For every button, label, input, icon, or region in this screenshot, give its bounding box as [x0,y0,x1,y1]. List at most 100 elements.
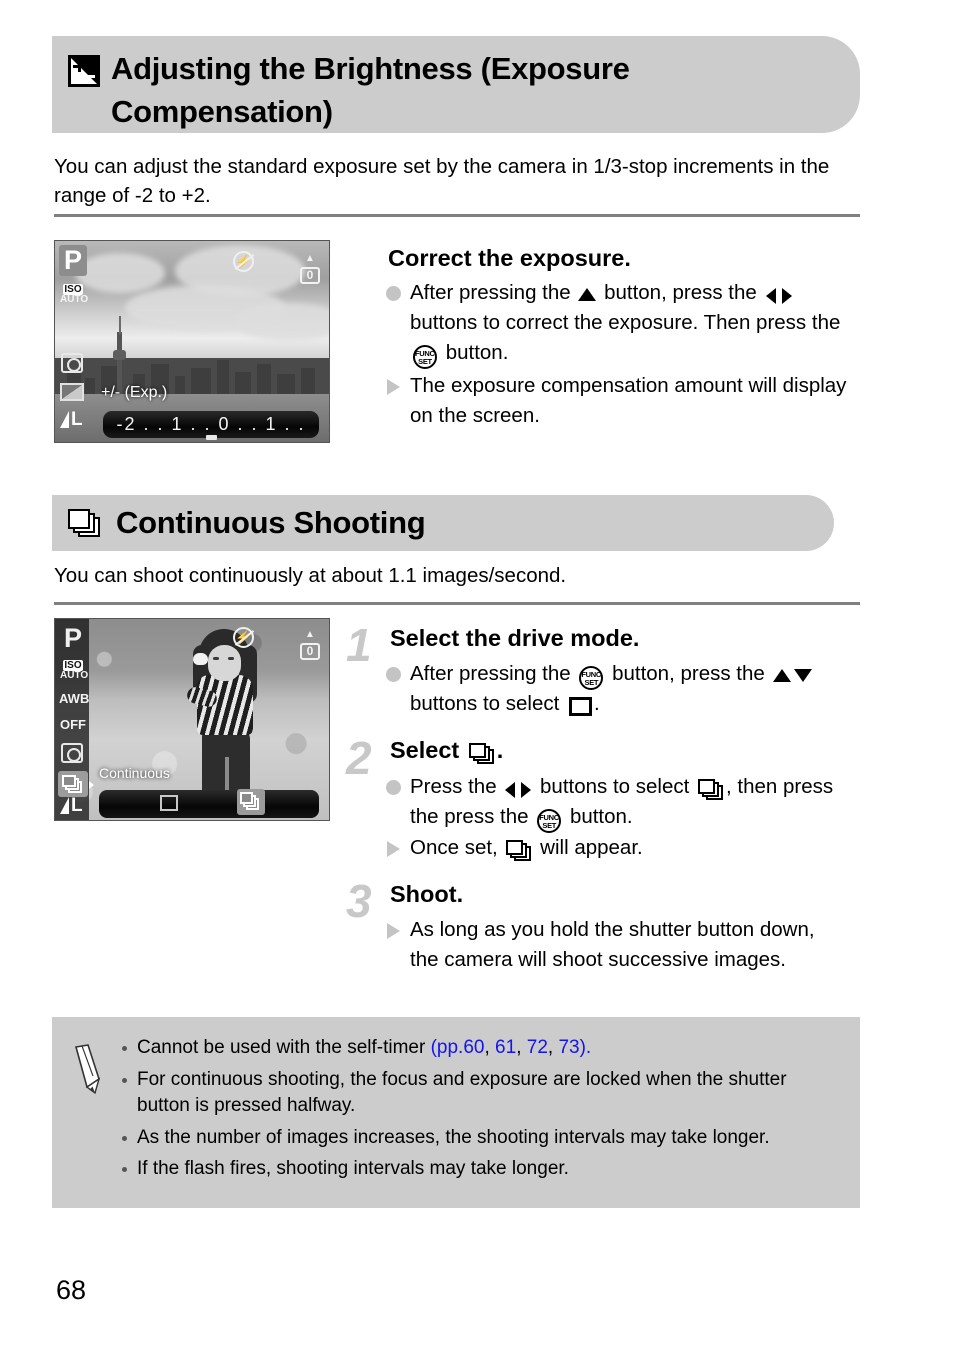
camera-shake-warning-icon: ▲ 0 [300,625,320,660]
shooting-mode-indicator: P [63,623,82,653]
bullet-dot-icon [386,286,401,301]
instruction-result: The exposure compensation amount will di… [386,371,866,431]
metering-icon [61,353,83,373]
my-colors-icon [60,383,84,401]
shooting-mode-indicator: P [59,245,87,276]
bullet-dot-icon [386,780,401,795]
building [301,367,315,394]
section-intro-exposure: You can adjust the standard exposure set… [54,155,830,207]
continuous-option-icon[interactable] [237,789,265,815]
step-number-1: 1 [346,619,372,671]
building [257,363,271,394]
note-bullet-icon [122,1077,127,1083]
building [175,375,185,394]
flash-off-icon: ⚡ [233,251,254,272]
note-bullet-icon [122,1135,127,1141]
continuous-shooting-icon [468,742,495,764]
exposure-compensation-icon [68,55,100,87]
page-ref-open: (pp. [430,1037,464,1058]
continuous-shooting-icon [68,509,102,539]
instruction-text: After pressing the button, press the but… [410,278,866,370]
instruction-text: The exposure compensation amount will di… [410,374,847,427]
iso-value: AUTO [60,294,89,305]
page-ref-link[interactable]: 73 [558,1037,579,1058]
subject-photo [183,629,267,805]
drive-mode-selected-icon[interactable] [58,771,88,797]
func-set-button-icon: FUNC. SET [413,345,437,370]
divider-rule-1 [54,214,860,217]
note-bullet-icon [122,1167,127,1172]
instruction-text: As long as you hold the shutter button d… [410,918,815,971]
instruction-text-continued: press the [444,805,529,828]
divider-rule-2 [54,602,860,605]
section-title-exposure: Adjusting the Brightness (Exposure Compe… [111,51,630,129]
continuous-shooting-icon [698,779,724,801]
page-ref-link[interactable]: 61 [495,1037,516,1058]
result-triangle-icon [387,841,400,857]
note-list: Cannot be used with the self-timer (pp.6… [122,1035,840,1188]
step-number-2: 2 [346,732,372,784]
note-text: Cannot be used with the self-timer (pp.6… [137,1037,592,1058]
flash-exposure-indicator[interactable]: OFF [59,717,87,732]
city-skyline [55,357,329,394]
drive-mode-menu-label: Continuous [99,765,170,781]
step-heading-shoot: Shoot. [390,881,464,907]
step-heading-correct-exposure: Correct the exposure. [388,245,631,271]
image-quality-icon[interactable]: L [60,795,83,817]
instruction-text: Once set, will appear. [410,833,856,863]
exposure-label: +/- (Exp.) [101,384,168,401]
page-number: 68 [56,1275,87,1305]
metering-icon[interactable] [61,743,83,763]
exposure-scale-bar: -2 . . 1 . . 0 . . 1 . . 2+ [103,411,319,442]
continuous-shooting-icon [506,840,532,862]
flash-off-icon: ⚡ [233,627,254,648]
up-arrow-button-icon [578,287,597,301]
instruction-result: As long as you hold the shutter button d… [386,915,841,975]
result-triangle-icon [387,923,400,939]
iso-indicator: ISO AUTO [60,284,89,305]
bullet-dot-icon [386,667,401,682]
step-number-3: 3 [346,875,372,927]
building [85,377,95,394]
step-heading-select-drive-mode: Select the drive mode. [390,625,640,651]
down-arrow-button-icon [793,668,812,682]
page-ref-link[interactable]: 60 [463,1037,484,1058]
note-text: If the flash fires, shooting intervals m… [137,1158,569,1179]
instruction-bullet: After pressing the FUNC. SET button, pres… [386,659,856,719]
instruction-bullet: After pressing the button, press the but… [386,278,866,370]
left-right-buttons-icon [765,286,792,305]
drive-mode-arrow-icon [89,781,94,789]
note-item: If the flash fires, shooting intervals m… [122,1156,840,1183]
building [277,373,295,394]
note-box: Cannot be used with the self-timer (pp.6… [52,1017,860,1208]
page-ref-link[interactable]: 72 [527,1037,548,1058]
note-bullet-icon [122,1046,127,1051]
white-balance-indicator[interactable]: AWB [59,691,89,706]
func-set-button-icon: FUNC. SET [579,666,604,691]
cloud [75,253,165,293]
building [217,359,229,394]
iso-indicator: ISO AUTO [60,660,89,681]
building [191,367,211,394]
image-quality-icon: L [60,409,83,431]
iso-value: AUTO [60,670,89,681]
pencil-icon [74,1044,101,1095]
instruction-text: After pressing the FUNC. SET button, pres… [410,659,856,719]
instruction-result: Once set, will appear. [386,833,856,863]
func-set-button-icon: FUNC. SET [537,809,562,834]
single-shot-option-icon[interactable] [160,795,178,811]
section-title-continuous: Continuous Shooting [116,505,426,540]
step-heading-select-continuous: Select . [390,737,504,764]
note-item: Cannot be used with the self-timer (pp.6… [122,1035,840,1062]
section-header-exposure: Adjusting the Brightness (Exposure Compe… [52,36,860,133]
result-triangle-icon [387,379,400,395]
page-ref-close: ). [579,1037,592,1058]
instruction-text: Press the buttons to select , then press… [410,772,856,834]
exposure-indicator-mark [206,435,217,440]
note-text: For continuous shooting, the focus and e… [137,1068,787,1117]
section-intro-continuous: You can shoot continuously at about 1.1 … [54,564,567,587]
camera-screen-continuous: P ISO AUTO AWB OFF L ⚡ ▲ 0 Continuous [54,618,330,821]
up-arrow-button-icon [772,668,791,682]
camera-screen-exposure: P ISO AUTO L ⚡ ▲ 0 +/- (Exp.) -2 . . 1 .… [54,240,330,443]
left-right-buttons-icon [505,780,532,799]
